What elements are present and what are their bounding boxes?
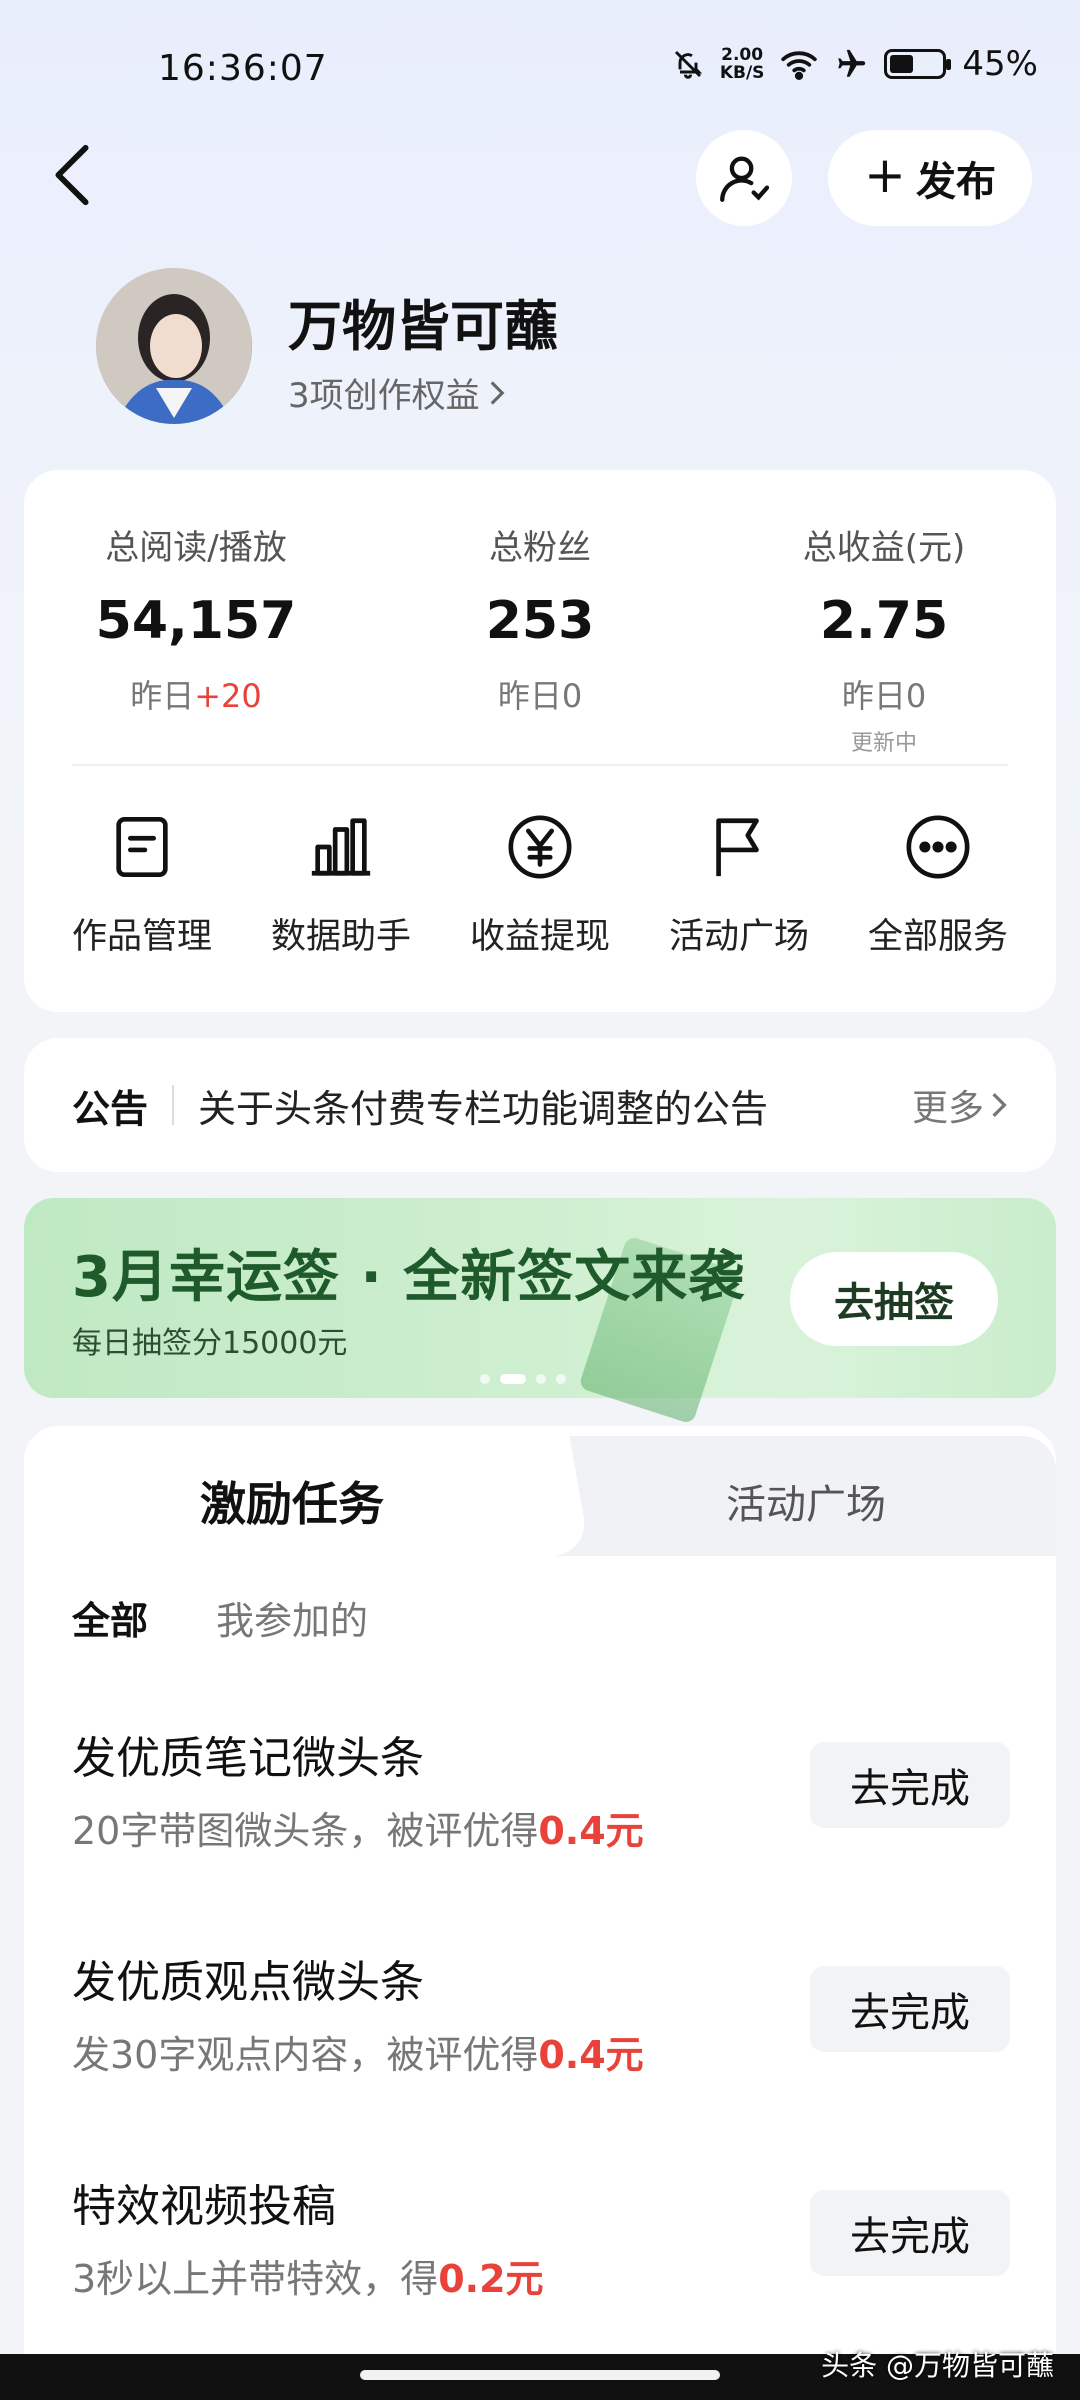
chevron-right-icon — [490, 380, 505, 405]
page-dot — [480, 1374, 490, 1384]
more-icon — [906, 815, 970, 879]
service-label: 数据助手 — [270, 917, 411, 957]
user-check-icon — [720, 156, 770, 202]
stat-value: 54,157 — [95, 591, 297, 651]
back-button[interactable] — [42, 140, 102, 210]
task-description: 20字带图微头条，被评优得0.4元 — [72, 1809, 644, 1853]
stat-yesterday: 昨日+20 — [130, 677, 262, 715]
wifi-icon — [781, 51, 818, 80]
status-icons: 2.00 KB/S 45% — [672, 44, 1038, 84]
stat-value: 2.75 — [819, 591, 949, 651]
stat-yesterday: 昨日0 — [497, 677, 583, 715]
page-dot — [536, 1374, 546, 1384]
stat-total-fans[interactable]: 总粉丝 253 昨日0 — [390, 520, 690, 717]
username: 万物皆可蘸 — [288, 295, 558, 358]
banner-pagination — [480, 1374, 566, 1384]
service-data-assistant[interactable]: 数据助手 — [241, 812, 441, 959]
draw-lot-button[interactable]: 去抽签 — [790, 1252, 998, 1346]
more-label: 更多 — [911, 1088, 984, 1129]
page-dot-active — [500, 1374, 526, 1384]
service-activity-square[interactable]: 活动广场 — [639, 812, 839, 959]
rights-label: 3项创作权益 — [288, 376, 480, 416]
complete-task-button[interactable]: 去完成 — [810, 1742, 1010, 1828]
publish-button[interactable]: + 发布 — [828, 130, 1032, 226]
task-title: 发优质观点微头条 — [72, 1957, 424, 2008]
battery-percent: 45% — [962, 44, 1038, 84]
notice-bar[interactable]: 公告 关于头条付费专栏功能调整的公告 更多 — [24, 1038, 1056, 1172]
flag-icon — [716, 818, 759, 877]
task-title: 特效视频投稿 — [72, 2181, 336, 2232]
home-indicator[interactable] — [360, 2370, 720, 2380]
notice-separator — [172, 1085, 175, 1125]
service-label: 收益提现 — [469, 917, 610, 957]
stat-total-income[interactable]: 总收益(元) 2.75 昨日0 更新中 — [734, 520, 1034, 757]
banner-subtitle: 每日抽签分15000元 — [72, 1326, 348, 1361]
notice-title: 公告 — [72, 1086, 149, 1131]
complete-task-button[interactable]: 去完成 — [810, 1966, 1010, 2052]
banner-title: 3月幸运签 · 全新签文来袭 — [72, 1245, 746, 1310]
avatar-portrait — [96, 268, 252, 424]
battery-icon — [884, 49, 952, 79]
task-title: 发优质笔记微头条 — [72, 1733, 424, 1784]
stat-yesterday: 昨日0 — [841, 677, 927, 715]
stat-label: 总粉丝 — [489, 528, 591, 568]
document-icon — [116, 816, 168, 878]
bar-chart-icon — [311, 818, 371, 876]
watermark: 头条 @万物皆可蘸 — [821, 2349, 1054, 2382]
service-all-services[interactable]: 全部服务 — [838, 812, 1038, 959]
page-dot — [556, 1374, 566, 1384]
service-label: 作品管理 — [71, 917, 212, 957]
chevron-left-icon — [55, 144, 89, 206]
tab-activity-square-label[interactable]: 活动广场 — [726, 1472, 886, 1530]
yen-icon — [508, 815, 572, 879]
avatar[interactable] — [96, 268, 252, 424]
filter-joined[interactable]: 我参加的 — [216, 1590, 368, 1645]
creator-rights-link[interactable]: 3项创作权益 — [288, 368, 506, 417]
service-withdraw[interactable]: 收益提现 — [440, 812, 640, 959]
user-manage-button[interactable] — [696, 130, 792, 226]
notice-text[interactable]: 关于头条付费专栏功能调整的公告 — [198, 1078, 912, 1133]
stat-updating-note: 更新中 — [850, 731, 917, 756]
service-label: 全部服务 — [867, 917, 1008, 957]
notice-more-link[interactable]: 更多 — [912, 1079, 1008, 1131]
stat-label: 总阅读/播放 — [105, 528, 287, 568]
stat-label: 总收益(元) — [802, 528, 966, 568]
service-works-management[interactable]: 作品管理 — [42, 812, 242, 959]
filter-all[interactable]: 全部 — [72, 1590, 148, 1645]
stats-divider — [72, 764, 1008, 766]
publish-label: 发布 — [915, 159, 996, 205]
net-speed: 2.00 KB/S — [719, 45, 765, 83]
mute-icon — [674, 50, 703, 79]
task-description: 发30字观点内容，被评优得0.4元 — [72, 2033, 644, 2077]
complete-task-button[interactable]: 去完成 — [810, 2190, 1010, 2276]
tab-incentive-tasks[interactable]: 激励任务 — [200, 1468, 384, 1534]
airplane-icon — [838, 49, 866, 77]
status-time: 16:36:07 — [158, 48, 328, 89]
plus-icon: + — [864, 146, 906, 204]
service-label: 活动广场 — [668, 917, 809, 957]
task-description: 3秒以上并带特效，得0.2元 — [72, 2257, 544, 2301]
stat-value: 253 — [485, 591, 595, 651]
chevron-right-icon — [992, 1093, 1007, 1117]
stat-total-reads[interactable]: 总阅读/播放 54,157 昨日+20 — [46, 520, 346, 717]
